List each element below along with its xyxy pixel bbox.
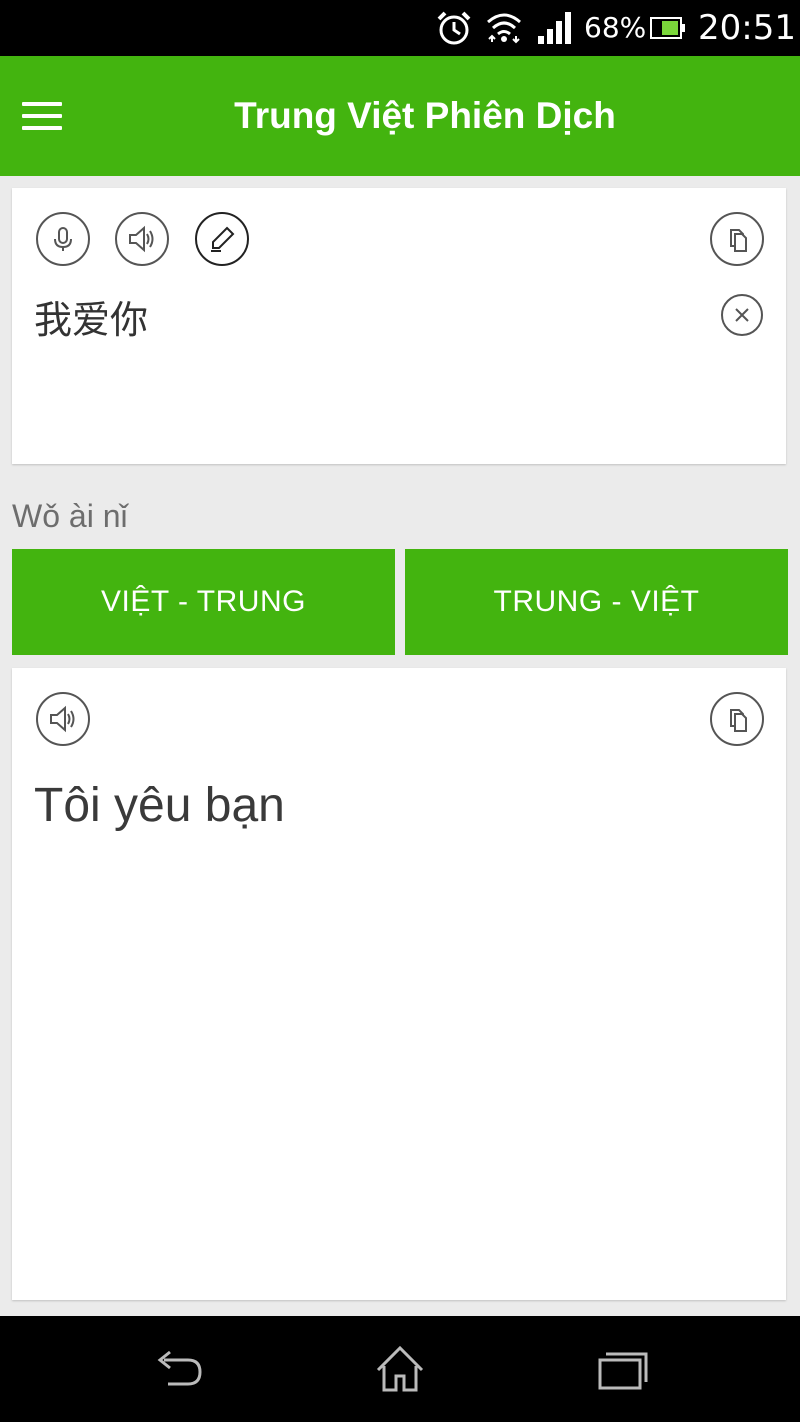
copy-result-button[interactable] [710,692,764,746]
pencil-icon [211,226,235,252]
app-bar: Trung Việt Phiên Dịch [0,56,800,176]
recent-apps-icon [598,1352,648,1390]
battery-icon [650,17,685,39]
speak-source-button[interactable] [115,212,169,266]
wifi-icon [487,13,521,44]
clock-time: 20:51 [698,8,796,48]
page-title: Trung Việt Phiên Dịch [234,95,616,136]
viet-trung-button[interactable]: VIỆT - TRUNG [12,549,395,655]
recent-apps-button[interactable] [592,1342,652,1396]
result-text: Tôi yêu bạn [34,779,285,832]
navigation-bar [0,1316,800,1422]
trung-viet-button[interactable]: TRUNG - VIỆT [405,549,788,655]
handwriting-button[interactable] [195,212,249,266]
copy-icon [730,229,747,252]
back-button[interactable] [148,1342,208,1396]
speaker-icon [50,705,75,733]
clear-button[interactable] [721,294,763,336]
menu-icon[interactable] [16,90,68,142]
alarm-clock-icon [437,11,471,45]
home-icon [376,1345,424,1392]
microphone-button[interactable] [36,212,90,266]
pinyin-text: Wǒ ài nǐ [12,498,128,534]
copy-icon [730,709,747,732]
source-text[interactable]: 我爱你 [34,292,148,348]
output-card: Tôi yêu bạn [12,668,786,1300]
speaker-icon [129,225,154,253]
close-icon [735,308,749,322]
copy-source-button[interactable] [710,212,764,266]
signal-strength-icon [538,12,571,44]
home-button[interactable] [370,1342,430,1396]
input-card: 我爱你 [12,188,786,464]
battery-percent: 68% [584,11,647,44]
speak-result-button[interactable] [36,692,90,746]
back-arrow-icon [157,1350,202,1386]
microphone-icon [54,227,72,251]
status-bar: 68% 20:51 [0,0,800,56]
